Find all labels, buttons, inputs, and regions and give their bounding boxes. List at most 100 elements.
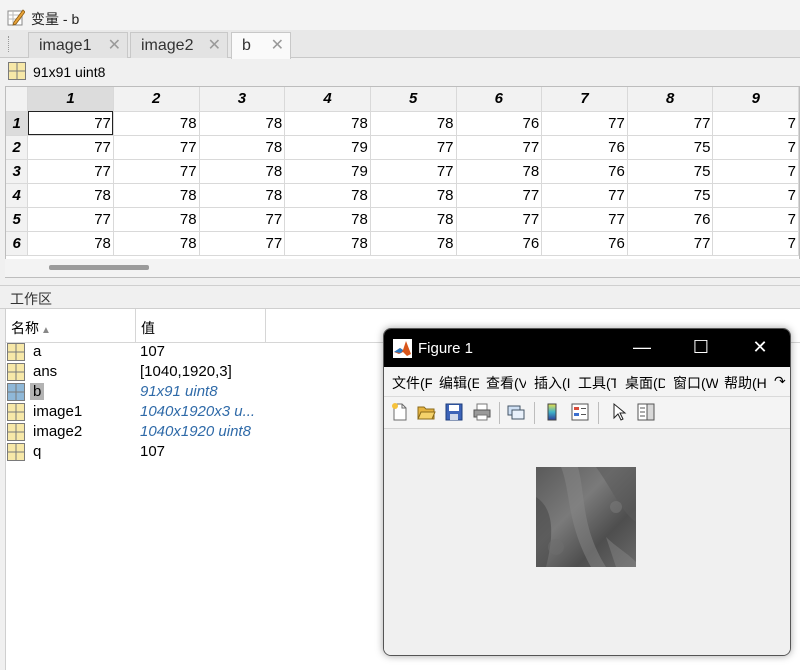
menu-file[interactable]: 文件(F <box>392 373 432 393</box>
table-cell[interactable]: 78 <box>284 183 371 208</box>
table-cell[interactable]: 78 <box>284 111 371 136</box>
table-cell[interactable]: 77 <box>27 207 114 232</box>
table-cell[interactable]: 78 <box>284 231 371 256</box>
row-header-5[interactable]: 5 <box>6 207 29 232</box>
menu-tools[interactable]: 工具(T <box>578 373 616 393</box>
table-cell[interactable]: 75 <box>627 183 714 208</box>
table-cell[interactable]: 79 <box>284 135 371 160</box>
table-cell[interactable]: 77 <box>113 135 200 160</box>
table-cell[interactable]: 76 <box>541 231 628 256</box>
column-header-9[interactable]: 9 <box>712 87 799 112</box>
menu-edit[interactable]: 编辑(E <box>439 373 479 393</box>
property-editor-icon[interactable] <box>636 402 656 422</box>
table-cell[interactable]: 76 <box>541 159 628 184</box>
table-cell[interactable]: 76 <box>456 111 543 136</box>
column-divider[interactable] <box>265 309 266 343</box>
new-file-icon[interactable] <box>390 402 410 422</box>
horizontal-scrollbar[interactable] <box>5 259 800 277</box>
column-header-3[interactable]: 3 <box>199 87 286 112</box>
table-cell[interactable]: 75 <box>627 135 714 160</box>
table-cell[interactable]: 77 <box>370 159 457 184</box>
table-cell[interactable]: 77 <box>27 135 114 160</box>
table-cell[interactable]: 78 <box>456 159 543 184</box>
table-cell[interactable]: 77 <box>541 183 628 208</box>
tab-image1[interactable]: image1 ✕ <box>28 32 128 58</box>
workspace-variable-ans[interactable]: ans [1040,1920,3] <box>6 362 386 382</box>
table-cell[interactable]: 77 <box>113 159 200 184</box>
tab-grip[interactable] <box>8 36 10 52</box>
table-cell[interactable]: 78 <box>370 111 457 136</box>
table-cell[interactable]: 77 <box>456 183 543 208</box>
workspace-variable-b[interactable]: b 91x91 uint8 <box>6 382 386 402</box>
variable-grid[interactable]: 123456789 1 77 78 78 78 78 76 77 77 7 2 77 77 78 79 77 7… <box>5 86 800 278</box>
table-cell[interactable]: 7 <box>712 183 799 208</box>
name-column-header[interactable]: 名称 ▲ <box>11 318 51 338</box>
open-folder-icon[interactable] <box>416 402 436 422</box>
column-header-7[interactable]: 7 <box>541 87 628 112</box>
table-cell[interactable]: 78 <box>199 159 286 184</box>
table-cell[interactable]: 7 <box>712 159 799 184</box>
table-cell[interactable]: 77 <box>627 231 714 256</box>
table-cell[interactable]: 78 <box>370 231 457 256</box>
table-cell[interactable]: 78 <box>113 207 200 232</box>
tab-b[interactable]: b ✕ <box>231 32 291 59</box>
workspace-variable-a[interactable]: a 107 <box>6 342 386 362</box>
table-cell[interactable]: 76 <box>541 135 628 160</box>
menu-help[interactable]: 帮助(H <box>724 373 767 393</box>
row-header-3[interactable]: 3 <box>6 159 29 184</box>
table-cell[interactable]: 7 <box>712 207 799 232</box>
table-cell[interactable]: 78 <box>199 183 286 208</box>
close-icon[interactable]: ✕ <box>748 337 772 358</box>
row-header-1[interactable]: 1 <box>6 111 29 136</box>
table-cell[interactable]: 78 <box>113 183 200 208</box>
menu-overflow-icon[interactable]: ↷ <box>774 373 788 390</box>
row-header-4[interactable]: 4 <box>6 183 29 208</box>
minimize-icon[interactable]: — <box>630 337 654 358</box>
figure-titlebar[interactable]: Figure 1 — ☐ ✕ <box>384 329 790 367</box>
scrollbar-thumb[interactable] <box>49 265 149 270</box>
table-cell[interactable]: 75 <box>627 159 714 184</box>
pointer-icon[interactable] <box>609 402 629 422</box>
menu-insert[interactable]: 插入(I <box>534 373 571 393</box>
table-cell[interactable]: 7 <box>712 111 799 136</box>
colorbar-icon[interactable] <box>542 402 562 422</box>
table-cell[interactable]: 7 <box>712 135 799 160</box>
corner-cell[interactable] <box>6 87 29 112</box>
table-cell[interactable]: 77 <box>199 207 286 232</box>
table-cell[interactable]: 77 <box>456 135 543 160</box>
value-column-header[interactable]: 值 <box>141 318 155 338</box>
table-cell[interactable]: 78 <box>284 207 371 232</box>
grayscale-image[interactable] <box>536 467 636 567</box>
table-cell[interactable]: 76 <box>456 231 543 256</box>
table-cell[interactable]: 78 <box>27 231 114 256</box>
table-cell[interactable]: 77 <box>541 111 628 136</box>
maximize-icon[interactable]: ☐ <box>689 337 713 358</box>
row-header-2[interactable]: 2 <box>6 135 29 160</box>
table-cell[interactable]: 77 <box>541 207 628 232</box>
table-cell[interactable]: 78 <box>27 183 114 208</box>
column-header-5[interactable]: 5 <box>370 87 457 112</box>
workspace-variable-q[interactable]: q 107 <box>6 442 386 462</box>
table-cell[interactable]: 78 <box>113 111 200 136</box>
column-header-6[interactable]: 6 <box>456 87 543 112</box>
print-icon[interactable] <box>472 402 492 422</box>
table-cell[interactable]: 77 <box>27 159 114 184</box>
row-header-6[interactable]: 6 <box>6 231 29 256</box>
column-header-1[interactable]: 1 <box>27 87 114 112</box>
tab-close-icon[interactable]: ✕ <box>208 33 221 58</box>
table-cell[interactable]: 77 <box>199 231 286 256</box>
table-cell[interactable]: 76 <box>627 207 714 232</box>
table-cell[interactable]: 78 <box>199 135 286 160</box>
table-cell[interactable]: 77 <box>627 111 714 136</box>
column-divider[interactable] <box>135 309 136 343</box>
save-icon[interactable] <box>444 402 464 422</box>
workspace-variable-image2[interactable]: image2 1040x1920 uint8 <box>6 422 386 442</box>
column-header-2[interactable]: 2 <box>113 87 200 112</box>
menu-view[interactable]: 查看(V <box>486 373 526 393</box>
tab-close-icon[interactable]: ✕ <box>108 33 121 58</box>
link-figure-icon[interactable] <box>506 402 526 422</box>
workspace-variable-image1[interactable]: image1 1040x1920x3 u... <box>6 402 386 422</box>
table-cell[interactable]: 78 <box>199 111 286 136</box>
table-cell[interactable]: 78 <box>370 183 457 208</box>
table-cell[interactable]: 79 <box>284 159 371 184</box>
